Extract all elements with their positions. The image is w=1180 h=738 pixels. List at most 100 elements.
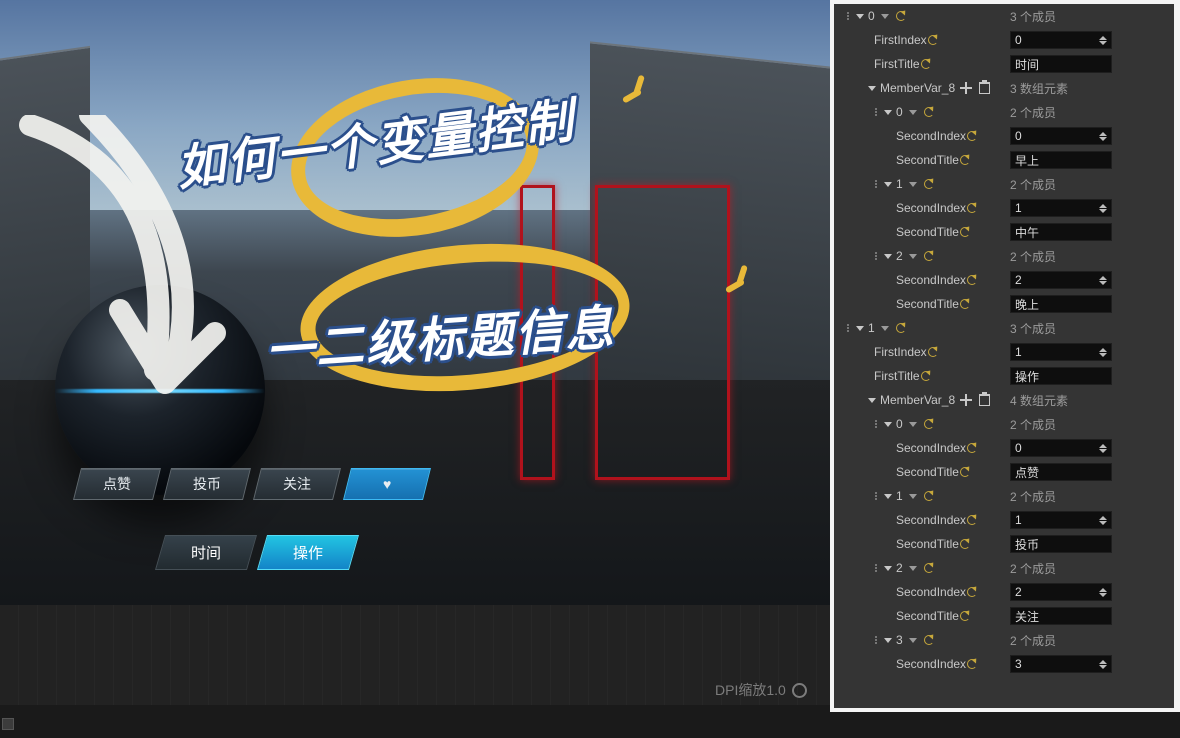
dropdown-icon[interactable] bbox=[909, 566, 917, 571]
struct-header-row[interactable]: 1 3 个成员 bbox=[834, 316, 1174, 340]
dropdown-icon[interactable] bbox=[909, 422, 917, 427]
tab-time[interactable]: 时间 bbox=[155, 535, 257, 570]
reset-to-default-icon[interactable] bbox=[959, 154, 971, 166]
text-input[interactable]: 点赞 bbox=[1010, 463, 1112, 481]
spinbox-arrows-icon[interactable] bbox=[1099, 516, 1107, 525]
text-input[interactable]: 投币 bbox=[1010, 535, 1112, 553]
struct-header-row[interactable]: 0 3 个成员 bbox=[834, 4, 1174, 28]
reset-to-default-icon[interactable] bbox=[959, 610, 971, 622]
expand-arrow-icon[interactable] bbox=[884, 110, 892, 115]
dropdown-icon[interactable] bbox=[909, 110, 917, 115]
expand-arrow-icon[interactable] bbox=[868, 86, 876, 91]
expand-arrow-icon[interactable] bbox=[868, 398, 876, 403]
dropdown-icon[interactable] bbox=[909, 494, 917, 499]
corner-handle[interactable] bbox=[2, 718, 14, 730]
reset-to-default-icon[interactable] bbox=[895, 10, 907, 22]
settings-gear-icon[interactable] bbox=[792, 683, 807, 698]
struct-header-row[interactable]: 0 2 个成员 bbox=[834, 100, 1174, 124]
reset-to-default-icon[interactable] bbox=[923, 562, 935, 574]
tab-operate[interactable]: 操作 bbox=[257, 535, 359, 570]
dropdown-icon[interactable] bbox=[909, 182, 917, 187]
reset-to-default-icon[interactable] bbox=[923, 490, 935, 502]
int-spinbox[interactable]: 1 bbox=[1010, 511, 1112, 529]
struct-header-row[interactable]: 2 2 个成员 bbox=[834, 556, 1174, 580]
add-element-icon[interactable] bbox=[960, 394, 972, 406]
int-spinbox[interactable]: 2 bbox=[1010, 583, 1112, 601]
spinbox-arrows-icon[interactable] bbox=[1099, 204, 1107, 213]
clear-array-icon[interactable] bbox=[979, 82, 990, 94]
reset-to-default-icon[interactable] bbox=[966, 658, 978, 670]
expand-arrow-icon[interactable] bbox=[884, 494, 892, 499]
int-value: 2 bbox=[1015, 585, 1022, 599]
expand-arrow-icon[interactable] bbox=[884, 254, 892, 259]
expand-arrow-icon[interactable] bbox=[856, 14, 864, 19]
reset-to-default-icon[interactable] bbox=[959, 466, 971, 478]
text-input[interactable]: 时间 bbox=[1010, 55, 1112, 73]
reset-to-default-icon[interactable] bbox=[920, 58, 932, 70]
expand-arrow-icon[interactable] bbox=[856, 326, 864, 331]
heart-button[interactable]: ♥ bbox=[343, 468, 431, 500]
dropdown-icon[interactable] bbox=[909, 254, 917, 259]
follow-button[interactable]: 关注 bbox=[253, 468, 341, 500]
spinbox-arrows-icon[interactable] bbox=[1099, 276, 1107, 285]
array-property-row[interactable]: MemberVar_8 4 数组元素 bbox=[834, 388, 1174, 412]
struct-header-row[interactable]: 3 2 个成员 bbox=[834, 628, 1174, 652]
text-input[interactable]: 中午 bbox=[1010, 223, 1112, 241]
reset-to-default-icon[interactable] bbox=[923, 418, 935, 430]
coin-button[interactable]: 投币 bbox=[163, 468, 251, 500]
reset-to-default-icon[interactable] bbox=[923, 250, 935, 262]
reset-to-default-icon[interactable] bbox=[959, 226, 971, 238]
dropdown-icon[interactable] bbox=[909, 638, 917, 643]
expand-arrow-icon[interactable] bbox=[884, 182, 892, 187]
spinbox-arrows-icon[interactable] bbox=[1099, 348, 1107, 357]
spinbox-arrows-icon[interactable] bbox=[1099, 444, 1107, 453]
spinbox-arrows-icon[interactable] bbox=[1099, 660, 1107, 669]
reset-to-default-icon[interactable] bbox=[966, 274, 978, 286]
expand-arrow-icon[interactable] bbox=[884, 638, 892, 643]
spinbox-arrows-icon[interactable] bbox=[1099, 132, 1107, 141]
expand-arrow-icon[interactable] bbox=[884, 422, 892, 427]
int-spinbox[interactable]: 1 bbox=[1010, 343, 1112, 361]
text-input[interactable]: 早上 bbox=[1010, 151, 1112, 169]
reset-to-default-icon[interactable] bbox=[923, 634, 935, 646]
reset-to-default-icon[interactable] bbox=[966, 442, 978, 454]
text-input[interactable]: 晚上 bbox=[1010, 295, 1112, 313]
struct-header-row[interactable]: 2 2 个成员 bbox=[834, 244, 1174, 268]
reset-to-default-icon[interactable] bbox=[966, 514, 978, 526]
int-spinbox[interactable]: 0 bbox=[1010, 31, 1112, 49]
array-summary: 4 数组元素 bbox=[1010, 392, 1068, 409]
array-index-label: 0 bbox=[868, 9, 875, 23]
reset-to-default-icon[interactable] bbox=[927, 346, 939, 358]
dropdown-icon[interactable] bbox=[881, 14, 889, 19]
reset-to-default-icon[interactable] bbox=[920, 370, 932, 382]
int-spinbox[interactable]: 2 bbox=[1010, 271, 1112, 289]
reset-to-default-icon[interactable] bbox=[923, 178, 935, 190]
reset-to-default-icon[interactable] bbox=[966, 202, 978, 214]
struct-header-row[interactable]: 1 2 个成员 bbox=[834, 484, 1174, 508]
reset-to-default-icon[interactable] bbox=[966, 130, 978, 142]
reset-to-default-icon[interactable] bbox=[959, 298, 971, 310]
int-spinbox[interactable]: 3 bbox=[1010, 655, 1112, 673]
reset-to-default-icon[interactable] bbox=[927, 34, 939, 46]
int-spinbox[interactable]: 0 bbox=[1010, 439, 1112, 457]
expand-arrow-icon[interactable] bbox=[884, 566, 892, 571]
reset-to-default-icon[interactable] bbox=[959, 538, 971, 550]
struct-header-row[interactable]: 1 2 个成员 bbox=[834, 172, 1174, 196]
clear-array-icon[interactable] bbox=[979, 394, 990, 406]
int-spinbox[interactable]: 1 bbox=[1010, 199, 1112, 217]
details-inspector-panel: 0 3 个成员 FirstIndex 0 FirstTitle 时间 Membe… bbox=[830, 0, 1180, 712]
int-spinbox[interactable]: 0 bbox=[1010, 127, 1112, 145]
text-input[interactable]: 关注 bbox=[1010, 607, 1112, 625]
reset-to-default-icon[interactable] bbox=[923, 106, 935, 118]
text-input[interactable]: 操作 bbox=[1010, 367, 1112, 385]
timeline-strip[interactable] bbox=[0, 605, 830, 705]
array-property-row[interactable]: MemberVar_8 3 数组元素 bbox=[834, 76, 1174, 100]
like-button[interactable]: 点赞 bbox=[73, 468, 161, 500]
add-element-icon[interactable] bbox=[960, 82, 972, 94]
reset-to-default-icon[interactable] bbox=[895, 322, 907, 334]
reset-to-default-icon[interactable] bbox=[966, 586, 978, 598]
dropdown-icon[interactable] bbox=[881, 326, 889, 331]
struct-header-row[interactable]: 0 2 个成员 bbox=[834, 412, 1174, 436]
spinbox-arrows-icon[interactable] bbox=[1099, 588, 1107, 597]
spinbox-arrows-icon[interactable] bbox=[1099, 36, 1107, 45]
